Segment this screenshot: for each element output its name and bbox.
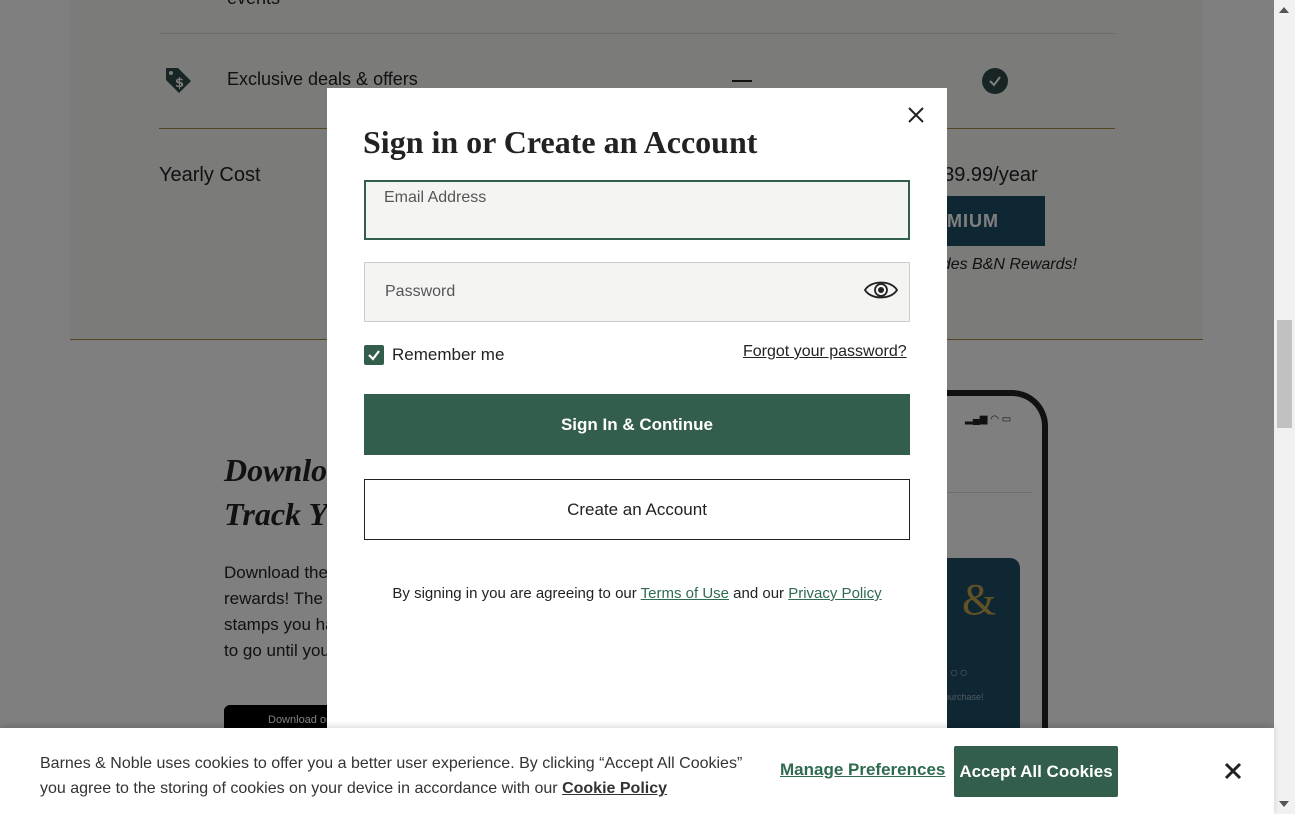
close-icon[interactable] (905, 104, 927, 126)
scroll-up-arrow[interactable] (1279, 7, 1289, 13)
cookie-policy-link[interactable]: Cookie Policy (562, 780, 667, 797)
terms-of-use-link[interactable]: Terms of Use (641, 585, 729, 602)
cookie-text: Barnes & Noble uses cookies to offer you… (40, 751, 760, 801)
page-scrollbar[interactable] (1274, 0, 1295, 814)
scroll-thumb[interactable] (1277, 320, 1292, 428)
legal-notice: By signing in you are agreeing to our Te… (327, 585, 947, 602)
close-icon[interactable] (1223, 761, 1243, 781)
create-account-button[interactable]: Create an Account (364, 479, 910, 540)
scroll-down-arrow[interactable] (1279, 801, 1289, 807)
checkbox-checked[interactable] (364, 345, 384, 365)
cookie-banner: Barnes & Noble uses cookies to offer you… (0, 728, 1274, 814)
password-field[interactable]: Password (364, 262, 910, 322)
manage-preferences-link[interactable]: Manage Preferences (780, 760, 945, 780)
legal-middle: and our (729, 585, 789, 602)
remember-me-checkbox[interactable]: Remember me (364, 345, 504, 365)
accept-all-cookies-button[interactable]: Accept All Cookies (954, 746, 1118, 797)
sign-in-button[interactable]: Sign In & Continue (364, 394, 910, 455)
email-label: Email Address (384, 189, 487, 206)
privacy-policy-link[interactable]: Privacy Policy (788, 585, 881, 602)
show-password-eye-icon[interactable] (863, 277, 899, 303)
modal-title: Sign in or Create an Account (363, 124, 758, 160)
password-input[interactable] (383, 291, 883, 315)
forgot-password-link[interactable]: Forgot your password? (743, 343, 907, 361)
sign-in-modal: Sign in or Create an Account Email Addre… (327, 88, 947, 728)
checkmark-icon (368, 350, 380, 361)
email-field[interactable]: Email Address (364, 180, 910, 240)
legal-prefix: By signing in you are agreeing to our (392, 585, 641, 602)
remember-me-label: Remember me (392, 345, 505, 364)
email-input[interactable] (384, 210, 884, 234)
